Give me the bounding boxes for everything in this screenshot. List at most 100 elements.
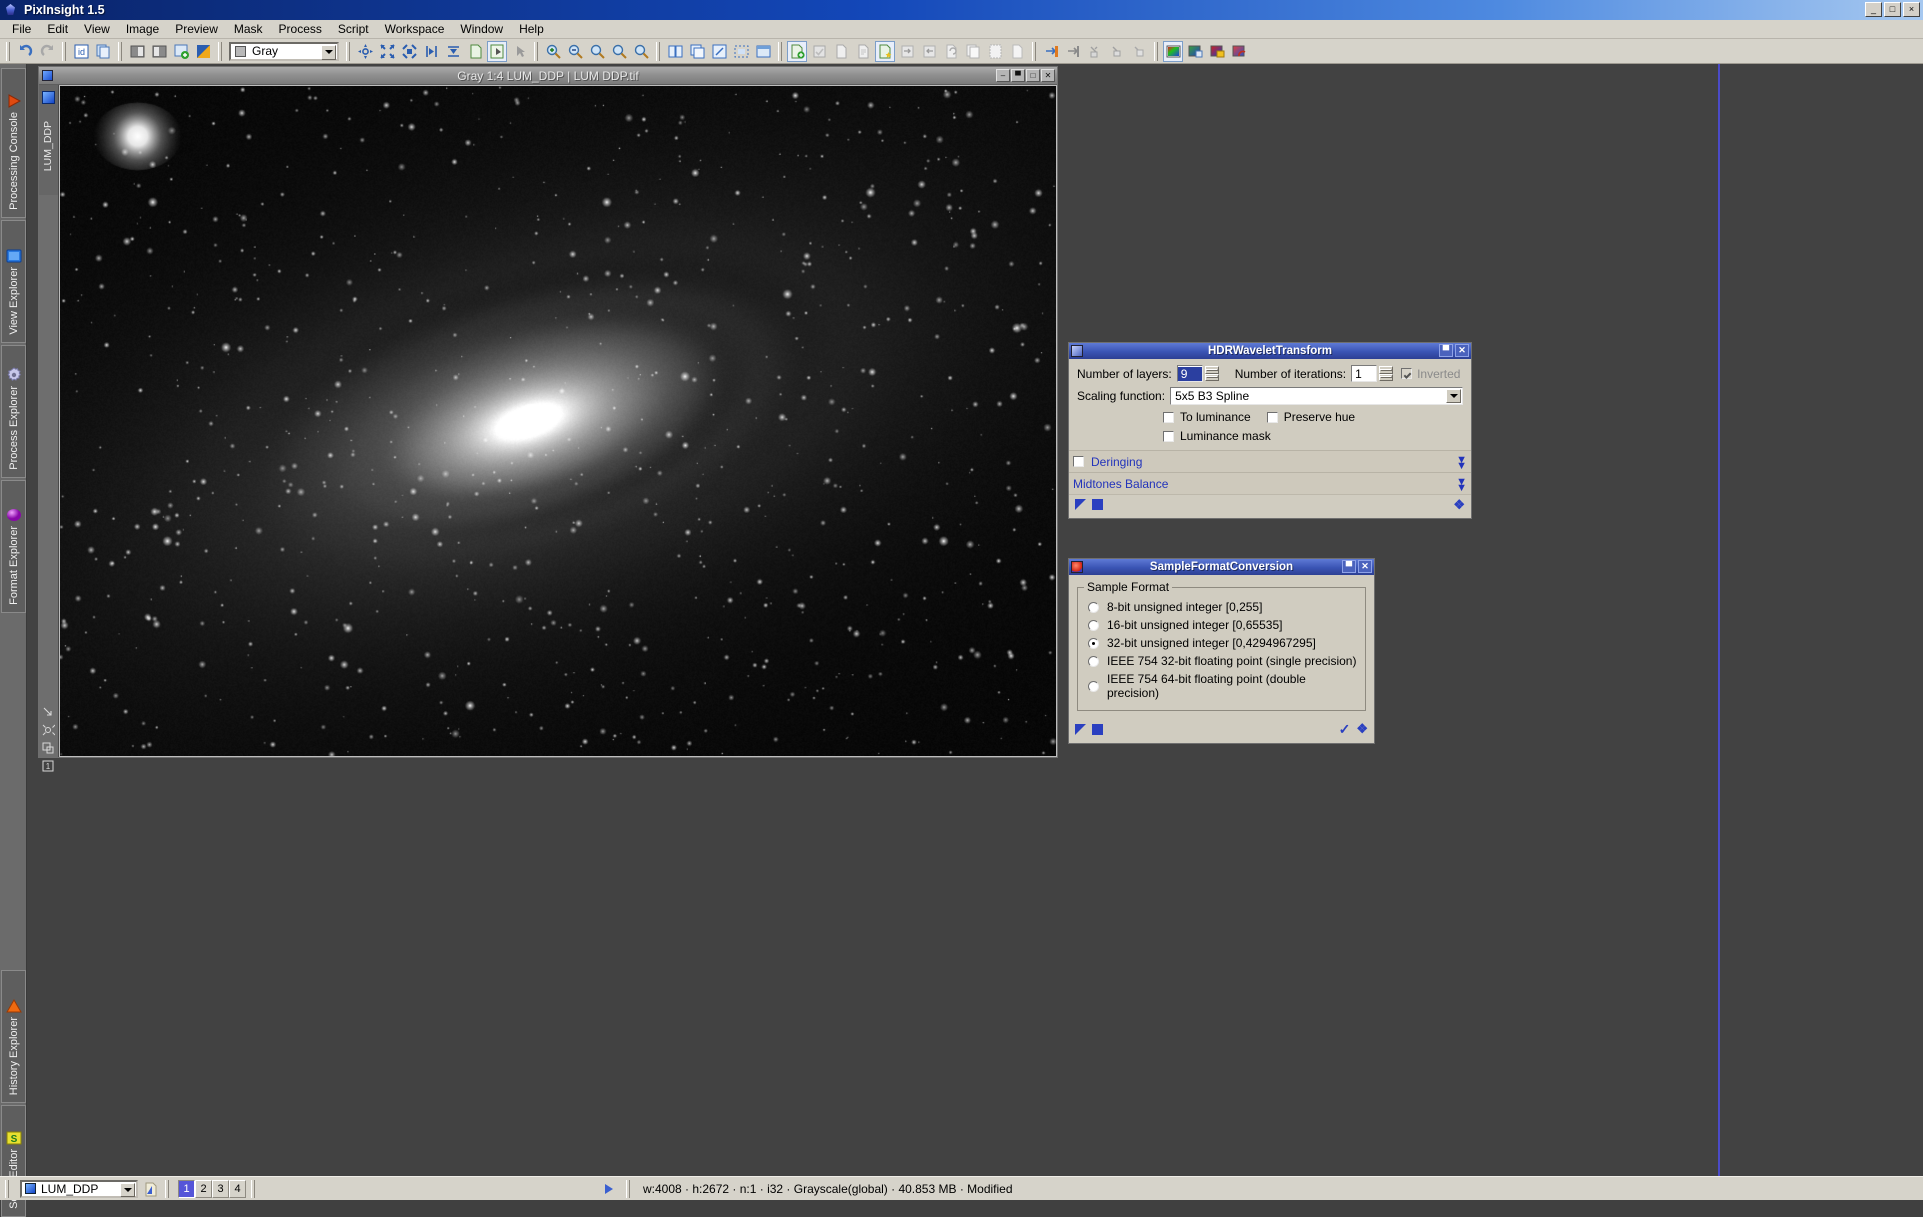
statusbar-view-combo[interactable]: LUM_DDP [20,1179,138,1198]
menu-file[interactable]: File [4,20,39,38]
color-rgb-icon[interactable] [1163,40,1183,62]
sidebar-item-view-explorer[interactable]: View Explorer [1,220,26,343]
new-instance-triangle-icon[interactable] [1075,499,1086,510]
fit-view-icon[interactable] [377,41,397,62]
menu-help[interactable]: Help [511,20,552,38]
zoom-out-icon[interactable] [565,41,585,62]
image-close-button[interactable]: ✕ [1041,69,1055,82]
play-arrow-icon[interactable] [605,1183,613,1194]
tile-windows-icon[interactable] [665,41,685,62]
document-icon[interactable] [142,1179,160,1198]
crosshair-icon[interactable] [41,723,56,737]
chevron-down-icon[interactable] [1446,389,1461,403]
radio-16bit-unsigned[interactable]: 16-bit unsigned integer [0,65535] [1088,618,1359,632]
color-manage-icon[interactable] [1185,41,1205,62]
icc-transform-icon[interactable] [1229,41,1249,62]
pointer-icon[interactable] [509,41,529,62]
window-mode2-icon[interactable] [753,41,773,62]
toolbar-grip[interactable] [5,41,11,62]
chevron-down-icon[interactable] [321,44,336,60]
magnifier-2-icon[interactable] [609,41,629,62]
statusbar-grip-3[interactable] [250,1179,256,1198]
duplicate-image-icon[interactable] [93,41,113,62]
number-of-iterations-input[interactable]: 1 [1351,365,1378,382]
toolbar-grip-9[interactable] [1031,41,1037,62]
inverted-checkbox[interactable] [1401,368,1413,379]
mask-enable-icon[interactable] [1129,41,1149,62]
redo-icon[interactable] [37,41,57,62]
iterations-step-down[interactable] [1379,373,1394,381]
collapse-icon[interactable]: ❖ [1453,498,1465,511]
browse-documentation-icon[interactable] [1092,723,1103,735]
radio-16bit-indicator[interactable] [1088,619,1099,631]
image-shade-button[interactable]: ▀ [1011,69,1025,82]
new-image-icon[interactable] [171,41,191,62]
optimal-fit-icon[interactable] [421,41,441,62]
radio-32bit-indicator[interactable] [1088,637,1099,649]
fit-window-icon[interactable] [443,41,463,62]
arrange-icon[interactable] [709,41,729,62]
hdr-close-button[interactable]: ✕ [1455,344,1469,357]
preserve-hue-checkbox[interactable] [1266,411,1278,423]
menu-mask[interactable]: Mask [226,20,271,38]
resize-arrow-icon[interactable] [41,705,55,719]
radio-8bit-unsigned[interactable]: 8-bit unsigned integer [0,255] [1088,600,1359,614]
window-dark-icon[interactable] [127,41,147,62]
statusbar-grip-2[interactable] [164,1179,170,1198]
image-view-tab-lum-ddp[interactable]: LUM_DDP [39,85,59,195]
close-button[interactable]: × [1903,2,1920,17]
apply-check-icon[interactable]: ✓ [1339,722,1351,736]
new-instance-triangle-icon[interactable] [1075,723,1086,735]
section-midtones-balance[interactable]: Midtones Balance ▼ ▼ [1069,472,1471,494]
luminance-mask-checkbox[interactable] [1163,430,1174,442]
menu-window[interactable]: Window [452,20,511,38]
cascade-windows-icon[interactable] [687,41,707,62]
mask-apply-icon[interactable] [1041,41,1061,62]
toolbar-grip-6[interactable] [533,41,539,62]
number-of-iterations-stepper[interactable] [1379,366,1394,381]
menu-image[interactable]: Image [118,20,167,38]
icc-profile-icon[interactable] [1207,41,1227,62]
sidebar-item-format-explorer[interactable]: Format Explorer [1,480,26,613]
image-maximize-button[interactable]: □ [1026,69,1040,82]
minimize-button[interactable]: _ [1865,2,1882,17]
workspace-page-4[interactable]: 4 [229,1179,246,1198]
menu-view[interactable]: View [76,20,118,38]
radio-float64-indicator[interactable] [1088,680,1099,692]
chevron-down-icon[interactable] [120,1182,135,1197]
radio-float32[interactable]: IEEE 754 32-bit floating point (single p… [1088,654,1359,668]
mask-remove-icon[interactable] [1063,41,1083,62]
magnifier-1-icon[interactable] [587,41,607,62]
radio-32bit-unsigned[interactable]: 32-bit unsigned integer [0,4294967295] [1088,636,1359,650]
toolbar-grip-4[interactable] [217,41,223,62]
sidebar-item-process-explorer[interactable]: Process Explorer [1,345,26,478]
sidebar-item-processing-console[interactable]: Processing Console [1,68,26,218]
move-crosshair-icon[interactable] [355,41,375,62]
view-format-combo[interactable]: Gray [229,41,339,61]
blank-doc-icon[interactable] [1007,41,1027,62]
window-dark2-icon[interactable] [149,41,169,62]
statusbar-grip-1[interactable] [4,1179,10,1198]
collapse-icon[interactable]: ❖ [1356,722,1368,735]
page-one-icon[interactable]: 1 [41,759,55,773]
workspace-page-3[interactable]: 3 [212,1179,229,1198]
hdr-dialog-titlebar[interactable]: HDRWaveletTransform ▀ ✕ [1069,343,1471,359]
copy-doc-icon[interactable] [963,41,983,62]
scaling-function-select[interactable]: 5x5 B3 Spline [1170,387,1463,405]
doc2-icon[interactable] [853,41,873,62]
workspace-page-2[interactable]: 2 [195,1179,212,1198]
image-identifier-icon[interactable]: id [71,41,91,62]
preview-select-icon[interactable] [487,40,507,62]
check-doc-icon[interactable] [809,41,829,62]
menu-process[interactable]: Process [271,20,330,38]
window-mode-icon[interactable] [731,41,751,62]
workspace-page-1[interactable]: 1 [178,1179,195,1198]
maximize-button[interactable]: □ [1884,2,1901,17]
menu-preview[interactable]: Preview [167,20,226,38]
sfc-shade-button[interactable]: ▀ [1342,560,1356,573]
new-document-icon[interactable] [787,40,807,62]
undo-icon[interactable] [15,41,35,62]
number-of-layers-stepper[interactable] [1204,366,1219,381]
mask-invert-icon[interactable] [1107,41,1127,62]
sfc-dialog-titlebar[interactable]: SampleFormatConversion ▀ ✕ [1069,559,1374,575]
